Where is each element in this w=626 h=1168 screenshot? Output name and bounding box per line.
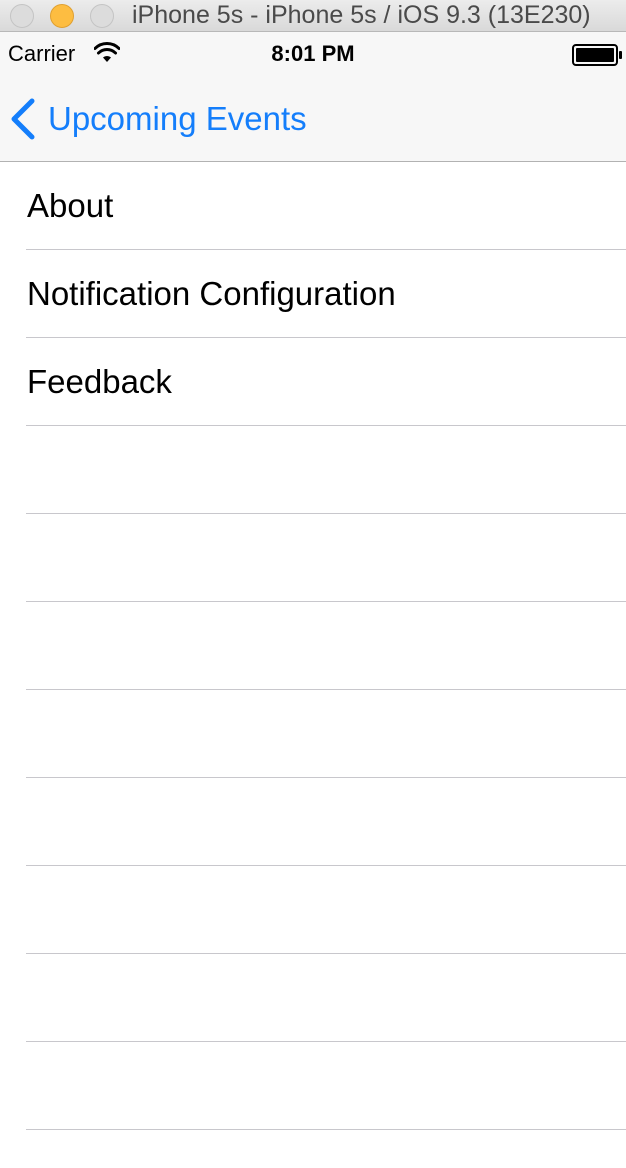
table-row-empty — [0, 954, 626, 1042]
back-button[interactable]: Upcoming Events — [8, 94, 307, 144]
back-button-label: Upcoming Events — [48, 100, 307, 137]
close-window-button[interactable] — [10, 4, 34, 28]
navigation-bar: Upcoming Events — [0, 76, 626, 162]
window-title: iPhone 5s - iPhone 5s / iOS 9.3 (13E230) — [132, 1, 591, 29]
row-label: Notification Configuration — [27, 275, 396, 312]
status-bar: Carrier 8:01 PM — [0, 32, 626, 76]
table-row-empty — [0, 514, 626, 602]
row-label: Feedback — [27, 363, 172, 400]
table-row-empty — [0, 866, 626, 954]
status-time: 8:01 PM — [271, 41, 355, 66]
table-row-feedback[interactable]: Feedback — [0, 338, 626, 426]
table-row-empty — [0, 602, 626, 690]
table-row-about[interactable]: About — [0, 162, 626, 250]
minimize-window-button[interactable] — [50, 4, 74, 28]
table-row-notification-configuration[interactable]: Notification Configuration — [0, 250, 626, 338]
table-row-empty — [0, 690, 626, 778]
table-row-empty — [0, 1042, 626, 1130]
simulator-window: iPhone 5s - iPhone 5s / iOS 9.3 (13E230)… — [0, 0, 626, 1168]
table-row-empty — [0, 426, 626, 514]
zoom-window-button[interactable] — [90, 4, 114, 28]
row-label: About — [27, 187, 114, 224]
battery-icon — [572, 44, 622, 66]
window-titlebar: iPhone 5s - iPhone 5s / iOS 9.3 (13E230) — [0, 0, 626, 32]
chevron-left-icon — [11, 98, 35, 140]
table-row-empty — [0, 778, 626, 866]
settings-table: About Notification Configuration Feedbac… — [0, 162, 626, 1130]
